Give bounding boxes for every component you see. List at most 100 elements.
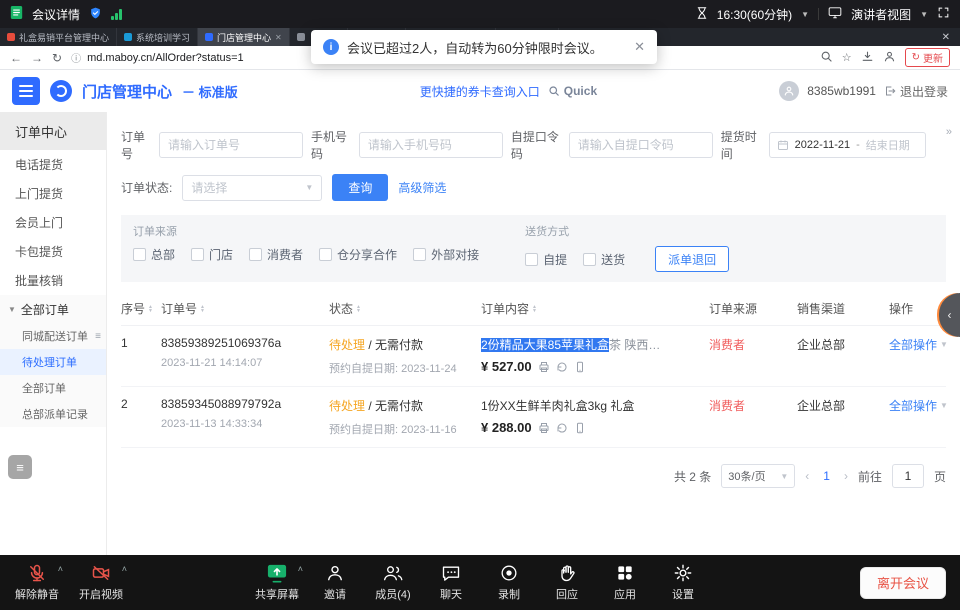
sidebar-item-all-orders[interactable]: 全部订单 — [0, 375, 106, 401]
chat-button[interactable]: 聊天 — [428, 563, 474, 602]
sidebar-item-card-pickup[interactable]: 卡包提货 — [0, 237, 106, 266]
network-signal-icon[interactable] — [111, 9, 122, 20]
browser-tab-3-active[interactable]: 门店管理中心✕ — [198, 28, 290, 46]
share-screen-button[interactable]: 共享屏幕 ˄ — [254, 563, 300, 602]
sidebar-item-member-visit[interactable]: 会员上门 — [0, 208, 106, 237]
all-actions-dropdown[interactable]: 全部操作▼ — [889, 397, 959, 414]
checkbox-label: 送货 — [601, 251, 625, 268]
col-channel: 销售渠道 — [797, 300, 889, 317]
share-icon[interactable] — [556, 361, 568, 373]
toast-close-icon[interactable]: ✕ — [634, 39, 645, 55]
phone-icon[interactable] — [574, 422, 586, 434]
advanced-filter-link[interactable]: 高级筛选 — [398, 179, 446, 196]
status-payment: / 无需付款 — [368, 399, 423, 413]
pickup-code-input[interactable] — [569, 132, 713, 158]
logout-button[interactable]: 退出登录 — [884, 83, 948, 100]
quick-search[interactable]: Quick — [548, 84, 597, 98]
toast-message: 会议已超过2人，自动转为60分钟限时会议。 — [347, 38, 603, 57]
download-icon[interactable] — [861, 50, 874, 66]
sidebar-item-phone-pickup[interactable]: 电话提货 — [0, 150, 106, 179]
collapse-panel-icon[interactable]: » — [946, 126, 952, 138]
dispatch-return-button[interactable]: 派单退回 — [655, 246, 729, 272]
sidebar-item-hq-dispatch-records[interactable]: 总部派单记录 — [0, 401, 106, 427]
share-options-chevron-icon[interactable]: ˄ — [298, 564, 303, 574]
next-page-icon[interactable]: › — [844, 469, 848, 483]
search-button[interactable]: 查询 — [332, 174, 388, 201]
tab-close-icon[interactable]: ✕ — [275, 33, 282, 42]
sort-icon[interactable]: ▲▼ — [532, 305, 537, 313]
search-icon[interactable] — [820, 50, 833, 66]
username[interactable]: 8385wb1991 — [807, 84, 876, 98]
sidebar-item-batch-verify[interactable]: 批量核销 — [0, 266, 106, 295]
checkbox-warehouse-share[interactable]: 仓分享合作 — [319, 246, 397, 263]
meeting-details-label[interactable]: 会议详情 — [32, 6, 80, 23]
current-page[interactable]: 1 — [819, 469, 834, 483]
mic-options-chevron-icon[interactable]: ˄ — [58, 564, 63, 574]
order-number[interactable]: 83859389251069376a — [161, 336, 329, 350]
window-close-icon[interactable]: ✕ — [932, 28, 960, 46]
date-range-picker[interactable]: 2022-11-21 - 结束日期 — [769, 132, 926, 158]
sort-icon[interactable]: ▲▼ — [356, 305, 361, 313]
order-content-selected[interactable]: 2份精品大果85苹果礼盒 — [481, 338, 609, 352]
bookmark-star-icon[interactable]: ☆ — [842, 51, 852, 64]
order-price: ¥ 527.00 — [481, 359, 532, 374]
browser-tab-1[interactable]: 礼盒易销平台管理中心 — [0, 28, 117, 46]
url-text[interactable]: md.maboy.cn/AllOrder?status=1 — [87, 52, 244, 64]
reactions-button[interactable]: 回应 — [544, 563, 590, 602]
checkbox-external[interactable]: 外部对接 — [413, 246, 479, 263]
sidebar-item-pending-orders[interactable]: 待处理订单 — [0, 349, 106, 375]
sidebar-item-city-delivery[interactable]: 同城配送订单 ≡ — [0, 323, 106, 349]
fullscreen-icon[interactable] — [937, 6, 950, 22]
order-source-label: 订单来源 — [133, 223, 479, 239]
reload-icon[interactable]: ↻ — [52, 51, 62, 65]
checkbox-store[interactable]: 门店 — [191, 246, 233, 263]
prev-page-icon[interactable]: ‹ — [805, 469, 809, 483]
invite-button[interactable]: 邀请 — [312, 563, 358, 602]
apps-button[interactable]: 应用 — [602, 563, 648, 602]
record-button[interactable]: 录制 — [486, 563, 532, 602]
unmute-button[interactable]: 解除静音 ˄ — [14, 563, 60, 602]
timer-chevron-down-icon[interactable]: ▼ — [801, 10, 809, 19]
profile-icon[interactable] — [883, 50, 896, 66]
checkbox-icon — [319, 248, 332, 261]
shield-check-icon[interactable] — [89, 6, 102, 23]
checkbox-consumer[interactable]: 消费者 — [249, 246, 303, 263]
leave-meeting-button[interactable]: 离开会议 — [860, 567, 946, 599]
drag-handle-icon[interactable]: ≡ — [95, 331, 101, 342]
browser-tab-2[interactable]: 系统培训学习 — [117, 28, 198, 46]
view-mode-label[interactable]: 演讲者视图 — [851, 6, 911, 23]
phone-input[interactable] — [359, 132, 503, 158]
hamburger-menu-icon[interactable] — [12, 77, 40, 105]
floating-list-widget[interactable]: ≡ — [8, 455, 32, 479]
back-icon[interactable]: ← — [10, 51, 22, 65]
sort-icon[interactable]: ▲▼ — [148, 305, 153, 313]
end-date-placeholder[interactable]: 结束日期 — [866, 137, 910, 153]
order-number[interactable]: 83859345088979792a — [161, 397, 329, 411]
checkbox-delivery[interactable]: 送货 — [583, 251, 625, 268]
page-size-select[interactable]: 30条/页▼ — [721, 464, 795, 488]
user-avatar[interactable] — [779, 81, 799, 101]
sort-icon[interactable]: ▲▼ — [200, 305, 205, 313]
goto-page-input[interactable] — [892, 464, 924, 488]
settings-button[interactable]: 设置 — [660, 563, 706, 602]
forward-icon[interactable]: → — [31, 51, 43, 65]
sidebar-group-all-orders[interactable]: ▼ 全部订单 — [0, 295, 106, 323]
members-button[interactable]: 成员(4) — [370, 563, 416, 602]
order-status-select[interactable]: 请选择 ▼ — [182, 175, 322, 201]
phone-icon[interactable] — [574, 361, 586, 373]
browser-update-button[interactable]: ↻更新 — [905, 48, 950, 67]
printer-icon[interactable] — [538, 422, 550, 434]
share-icon[interactable] — [556, 422, 568, 434]
all-actions-dropdown[interactable]: 全部操作▼ — [889, 336, 959, 353]
view-chevron-down-icon[interactable]: ▼ — [920, 10, 928, 19]
printer-icon[interactable] — [538, 361, 550, 373]
site-info-icon[interactable]: ⓘ — [71, 50, 81, 65]
coupon-query-link[interactable]: 更快捷的券卡查询入口 — [420, 83, 540, 100]
start-video-button[interactable]: 开启视频 ˄ — [78, 563, 124, 602]
video-options-chevron-icon[interactable]: ˄ — [122, 564, 127, 574]
order-no-input[interactable] — [159, 132, 303, 158]
start-date-value[interactable]: 2022-11-21 — [795, 139, 850, 151]
checkbox-self-pickup[interactable]: 自提 — [525, 251, 567, 268]
checkbox-hq[interactable]: 总部 — [133, 246, 175, 263]
sidebar-item-door-pickup[interactable]: 上门提货 — [0, 179, 106, 208]
